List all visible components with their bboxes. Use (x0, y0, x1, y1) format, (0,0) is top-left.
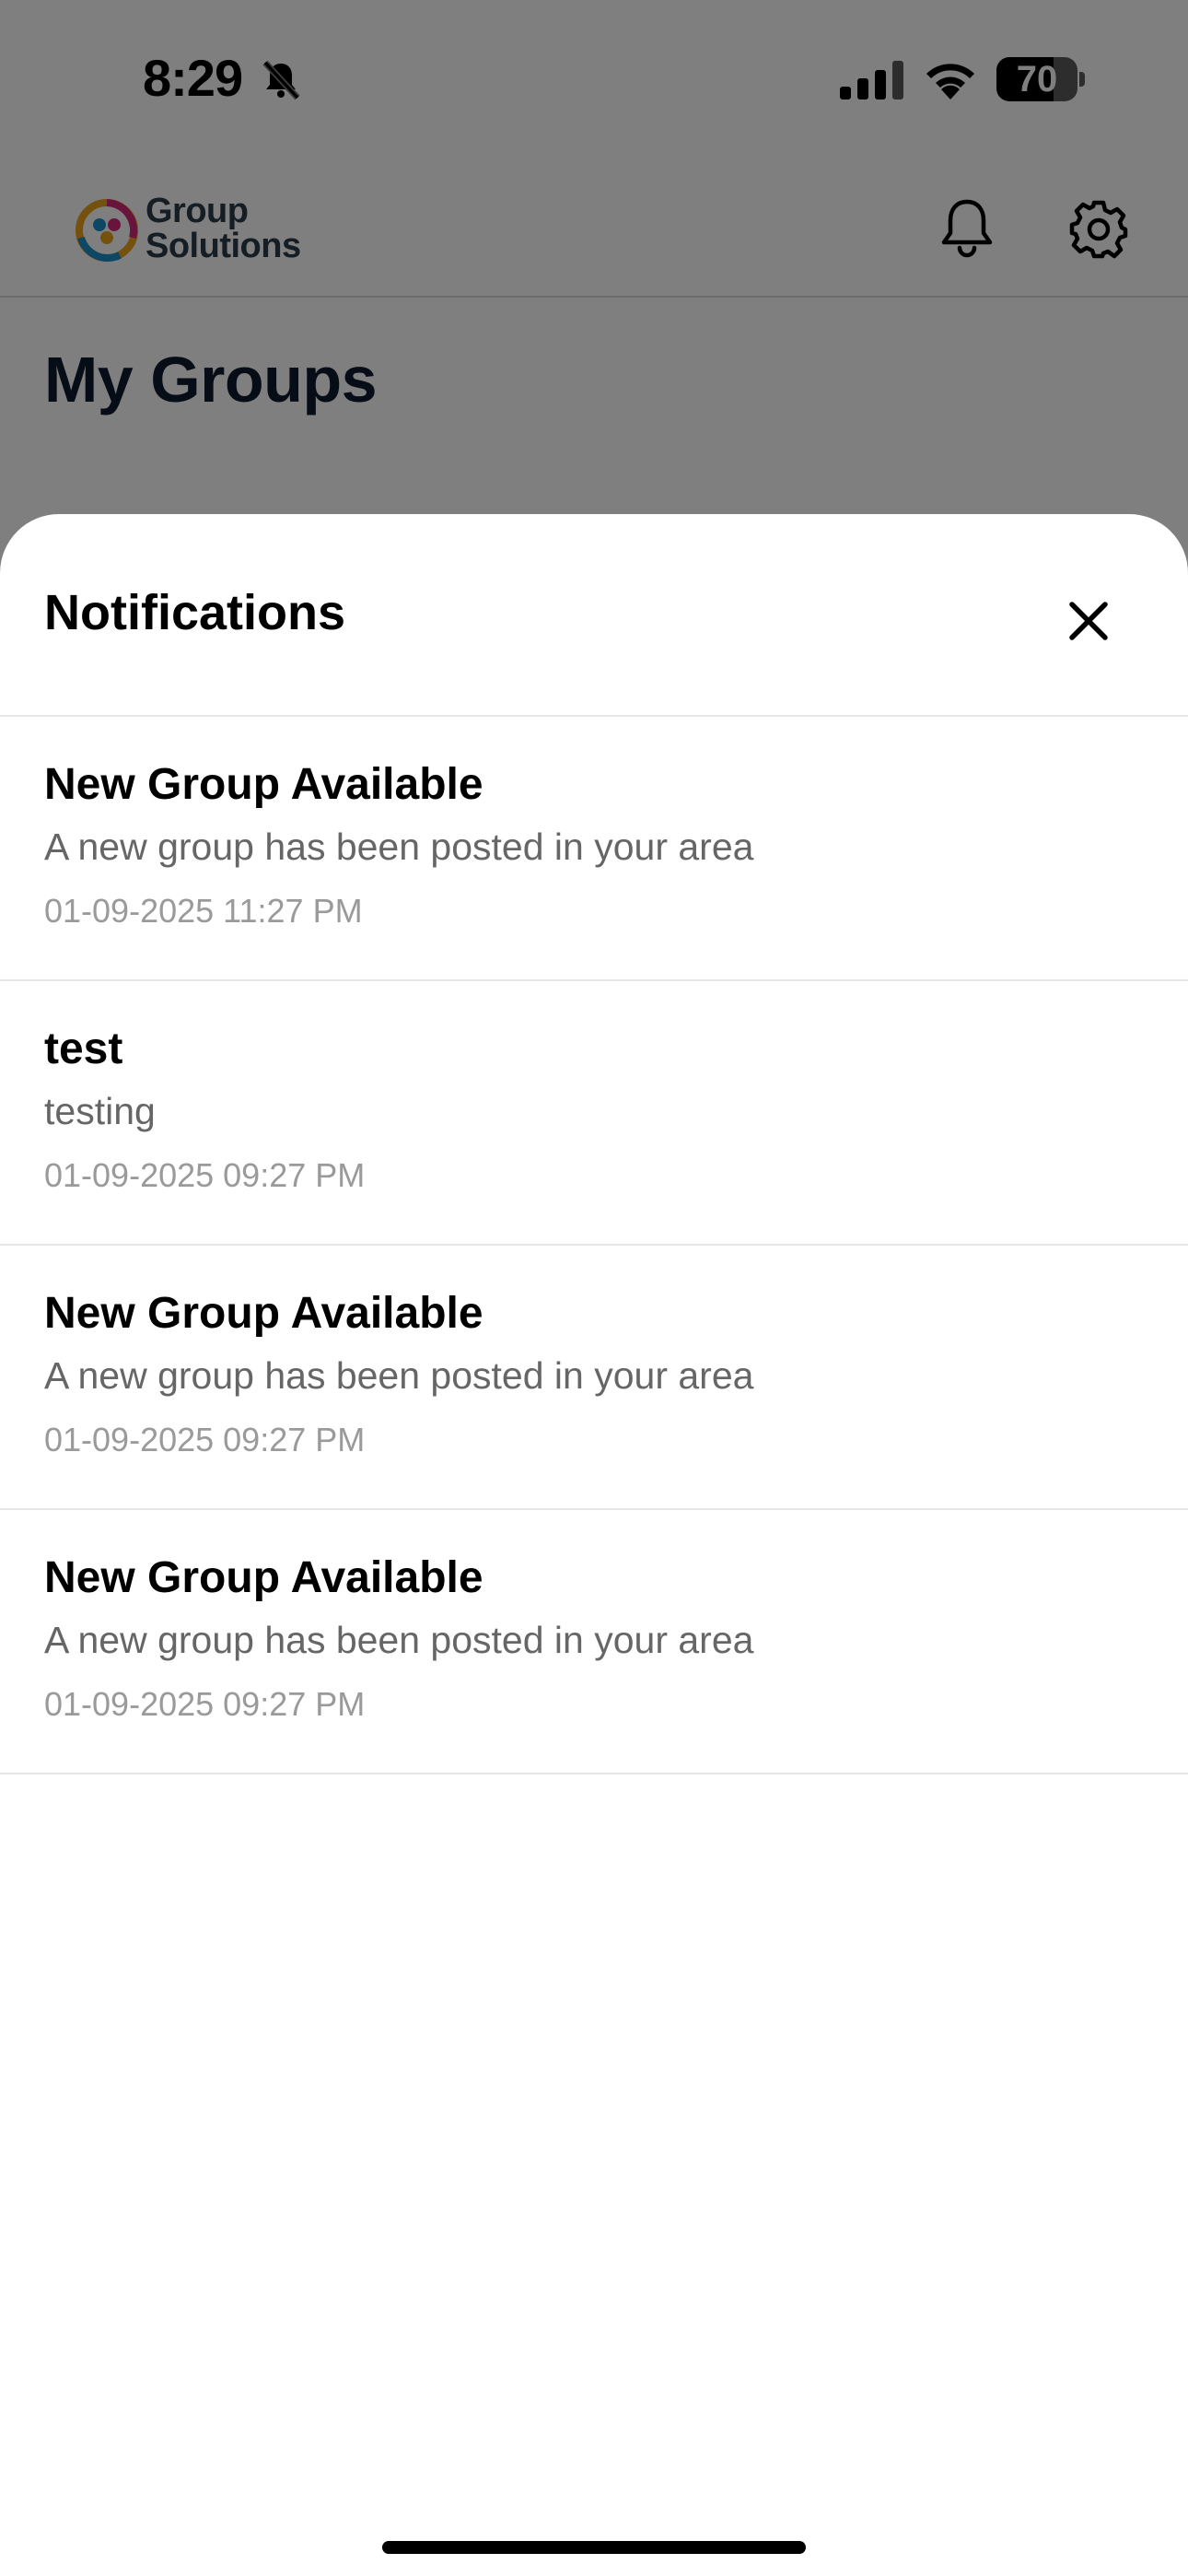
notification-time: 01-09-2025 09:27 PM (44, 1421, 366, 1458)
notification-body: A new group has been posted in your area (44, 825, 754, 868)
notification-body: testing (44, 1090, 156, 1132)
notification-title: New Group Available (44, 1553, 483, 1602)
notification-item[interactable]: New Group Available A new group has been… (0, 1510, 1188, 1774)
notification-body: A new group has been posted in your area (44, 1619, 754, 1661)
home-indicator[interactable] (382, 2541, 806, 2554)
notification-time: 01-09-2025 09:27 PM (44, 1156, 366, 1194)
notification-time: 01-09-2025 11:27 PM (44, 892, 363, 930)
notification-body: A new group has been posted in your area (44, 1354, 754, 1397)
sheet-header: Notifications (0, 514, 1188, 717)
notification-title: New Group Available (44, 760, 483, 809)
notification-item[interactable]: New Group Available A new group has been… (0, 1246, 1188, 1510)
notification-item[interactable]: test testing 01-09-2025 09:27 PM (0, 981, 1188, 1246)
notification-item[interactable]: New Group Available A new group has been… (0, 717, 1188, 981)
sheet-title: Notifications (44, 585, 346, 640)
notification-list: New Group Available A new group has been… (0, 717, 1188, 1774)
screen: 8:29 70 (0, 0, 1188, 2576)
notification-title: test (44, 1025, 123, 1073)
notifications-sheet: Notifications New Group Available A new … (0, 514, 1188, 2576)
close-button[interactable] (1059, 591, 1118, 650)
close-icon (1069, 602, 1108, 640)
notification-title: New Group Available (44, 1289, 483, 1338)
notification-time: 01-09-2025 09:27 PM (44, 1685, 366, 1723)
